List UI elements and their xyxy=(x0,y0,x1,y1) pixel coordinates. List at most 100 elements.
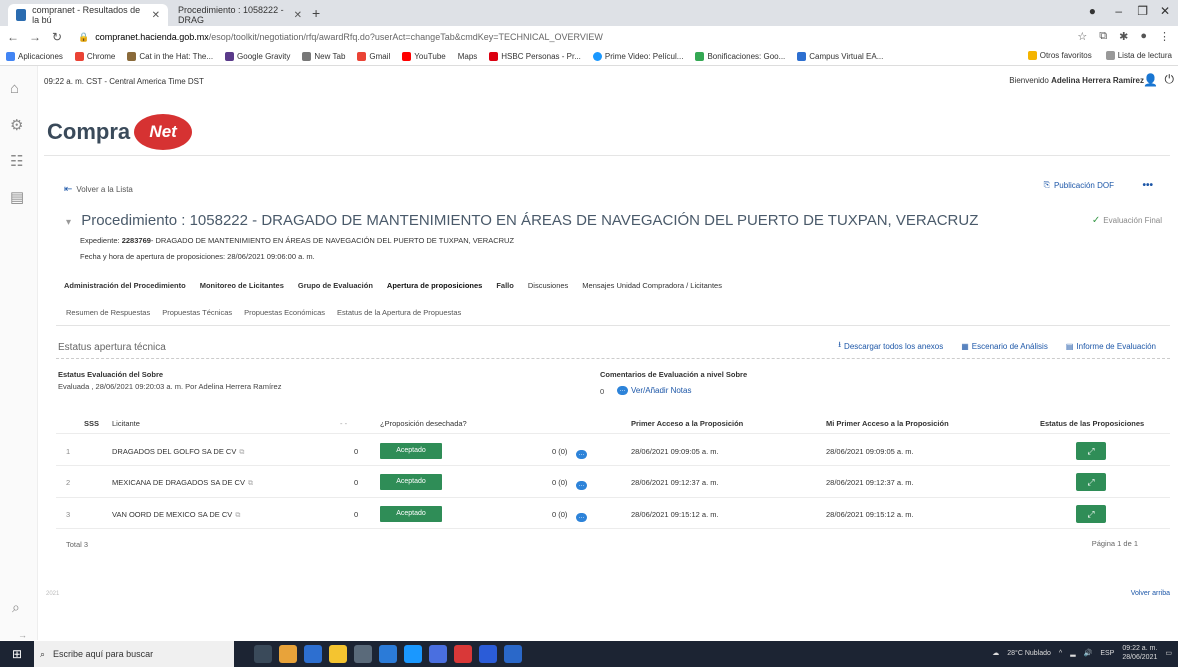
url-field[interactable]: 🔒 compranet.hacienda.gob.mx /esop/toolki… xyxy=(78,32,603,43)
bookmark-maps[interactable]: Maps xyxy=(458,52,478,61)
licitante-link[interactable]: DRAGADOS DEL GOLFO SA DE CV ⧉ xyxy=(112,447,244,457)
extension-icon[interactable]: ⧉ xyxy=(1099,30,1107,43)
notes-link[interactable]: … xyxy=(576,446,587,459)
home-icon[interactable]: ⌂ xyxy=(10,80,19,97)
windows-start-icon[interactable]: ⊞ xyxy=(0,641,34,667)
back-to-list-link[interactable]: ⇤ Volver a la Lista xyxy=(64,184,133,195)
bookmark-gmail[interactable]: Gmail xyxy=(357,52,390,61)
bookmark-lista[interactable]: Lista de lectura xyxy=(1105,51,1172,60)
bookmark-newtab[interactable]: New Tab xyxy=(302,52,345,61)
bookmark-campus[interactable]: Campus Virtual EA... xyxy=(797,52,883,61)
bookmark-apps[interactable]: Aplicaciones xyxy=(6,52,63,61)
store-app-icon[interactable] xyxy=(354,645,372,663)
publicacion-dof-link[interactable]: ⎘ Publicación DOF xyxy=(1044,180,1114,190)
mail-app-icon[interactable] xyxy=(379,645,397,663)
avatar-icon[interactable]: ● xyxy=(1140,30,1147,43)
notes-link[interactable]: … xyxy=(576,477,587,490)
bookmark-cat[interactable]: Cat in the Hat: The... xyxy=(127,52,213,61)
aceptado-badge[interactable]: Aceptado xyxy=(380,443,442,459)
app-icon[interactable] xyxy=(454,645,472,663)
tab-apertura[interactable]: Apertura de proposiciones xyxy=(387,281,482,290)
tab-administracion[interactable]: Administración del Procedimiento xyxy=(64,281,186,290)
forward-arrow-icon[interactable]: → xyxy=(26,30,44,44)
col-header-sss[interactable]: SSS xyxy=(84,419,99,428)
bookmark-youtube[interactable]: YouTube xyxy=(402,52,446,61)
tab-monitoreo[interactable]: Monitoreo de Licitantes xyxy=(200,281,284,290)
close-tab-icon[interactable]: ✕ xyxy=(294,10,302,21)
org-chart-icon[interactable]: ☷ xyxy=(10,152,23,170)
proposal-status-button[interactable]: ⤢ xyxy=(1076,473,1106,491)
bookmark-chrome[interactable]: Chrome xyxy=(74,52,115,61)
document-icon[interactable]: ▤ xyxy=(10,188,24,206)
col-header-desechada[interactable]: ¿Proposición desechada? xyxy=(380,419,467,428)
word-app-icon[interactable] xyxy=(504,645,522,663)
back-arrow-icon[interactable]: ← xyxy=(4,30,22,44)
search-icon[interactable]: ⌕ xyxy=(12,599,20,616)
tab-fallo[interactable]: Fallo xyxy=(496,281,514,290)
profile-icon[interactable]: ● xyxy=(1089,4,1096,18)
escenario-analisis-link[interactable]: ▦ Escenario de Análisis xyxy=(961,339,1048,353)
informe-evaluacion-link[interactable]: ▤ Informe de Evaluación xyxy=(1066,339,1156,353)
download-annexes-link[interactable]: ⭳ Descargar todos los anexos xyxy=(838,339,943,353)
col-header-licitante[interactable]: Licitante xyxy=(112,419,140,428)
settings-icon[interactable]: ⚙ xyxy=(10,116,23,134)
bookmark-hsbc[interactable]: HSBC Personas - Pr... xyxy=(489,52,581,61)
tray-chevron-icon[interactable]: ^ xyxy=(1059,650,1062,657)
browser-tab-compranet[interactable]: compranet - Resultados de la bú ✕ xyxy=(8,4,168,26)
new-tab-icon[interactable]: + xyxy=(312,5,320,21)
reload-icon[interactable]: ↻ xyxy=(48,30,66,44)
licitante-link[interactable]: VAN OORD DE MEXICO SA DE CV ⧉ xyxy=(112,510,240,520)
notifications-icon[interactable]: ▭ xyxy=(1165,649,1172,657)
bookmark-otros[interactable]: Otros favoritos xyxy=(1027,51,1092,60)
close-window-icon[interactable]: ✕ xyxy=(1160,4,1170,18)
edge-app-icon[interactable] xyxy=(304,645,322,663)
close-tab-icon[interactable]: ✕ xyxy=(152,10,160,21)
weather-icon[interactable]: ☁ xyxy=(992,649,999,657)
chrome-app-icon[interactable] xyxy=(279,645,297,663)
bookmark-gravity[interactable]: Google Gravity xyxy=(225,52,290,61)
bookmark-prime[interactable]: Prime Video: Películ... xyxy=(592,52,683,61)
col-header-mi-primer-acceso[interactable]: Mi Primer Acceso a la Proposición xyxy=(826,419,949,428)
back-to-top-link[interactable]: Volver arriba xyxy=(1131,590,1170,597)
ver-notas-link[interactable]: … Ver/Añadir Notas xyxy=(617,386,691,395)
notes-link[interactable]: … xyxy=(576,509,587,522)
network-icon[interactable]: ▂ xyxy=(1070,649,1075,657)
taskbar-search[interactable]: ⌕ Escribe aquí para buscar xyxy=(34,641,234,667)
compranet-logo[interactable]: Compra Net xyxy=(47,114,193,150)
app-icon[interactable] xyxy=(429,645,447,663)
maximize-icon[interactable]: ❐ xyxy=(1137,4,1148,18)
more-options-button[interactable]: ••• xyxy=(1142,180,1153,191)
weather-text[interactable]: 28°C Nublado xyxy=(1007,650,1051,657)
aceptado-badge[interactable]: Aceptado xyxy=(380,474,442,490)
subtab-economicas[interactable]: Propuestas Económicas xyxy=(244,308,325,317)
volume-icon[interactable]: 🔊 xyxy=(1084,649,1093,657)
tab-discusiones[interactable]: Discusiones xyxy=(528,281,568,290)
subtab-tecnicas[interactable]: Propuestas Técnicas xyxy=(162,308,232,317)
col-header-primer-acceso[interactable]: Primer Acceso a la Proposición xyxy=(631,419,743,428)
browser-tab-procedimiento[interactable]: Procedimiento : 1058222 - DRAG ✕ xyxy=(170,4,310,26)
task-view-icon[interactable] xyxy=(254,645,272,663)
chevron-down-icon[interactable]: ▾ xyxy=(66,217,71,228)
power-icon[interactable]: ⏻ xyxy=(1165,72,1175,87)
minimize-icon[interactable]: – xyxy=(1115,4,1122,18)
language-indicator[interactable]: ESP xyxy=(1100,650,1114,657)
proposal-status-button[interactable]: ⤢ xyxy=(1076,442,1106,460)
tab-grupo-evaluacion[interactable]: Grupo de Evaluación xyxy=(298,281,373,290)
bookmark-bonificaciones[interactable]: Bonificaciones: Goo... xyxy=(695,52,785,61)
proposal-status-button[interactable]: ⤢ xyxy=(1076,505,1106,523)
licitante-link[interactable]: MEXICANA DE DRAGADOS SA DE CV ⧉ xyxy=(112,478,253,488)
file-explorer-icon[interactable] xyxy=(329,645,347,663)
aceptado-badge[interactable]: Aceptado xyxy=(380,506,442,522)
expand-arrow-icon[interactable]: → xyxy=(18,630,27,640)
puzzle-icon[interactable]: ✱ xyxy=(1119,30,1128,43)
star-icon[interactable]: ☆ xyxy=(1077,30,1087,43)
col-header-estatus[interactable]: Estatus de las Proposiciones xyxy=(1040,419,1144,428)
menu-kebab-icon[interactable]: ⋮ xyxy=(1159,30,1170,43)
user-icon[interactable]: 👤 xyxy=(1143,73,1158,87)
clock[interactable]: 09:22 a. m. 28/06/2021 xyxy=(1122,644,1157,662)
ie-app-icon[interactable] xyxy=(404,645,422,663)
zoom-app-icon[interactable] xyxy=(479,645,497,663)
tab-mensajes[interactable]: Mensajes Unidad Compradora / Licitantes xyxy=(582,281,722,290)
subtab-estatus[interactable]: Estatus de la Apertura de Propuestas xyxy=(337,308,461,317)
subtab-resumen[interactable]: Resumen de Respuestas xyxy=(66,308,150,317)
